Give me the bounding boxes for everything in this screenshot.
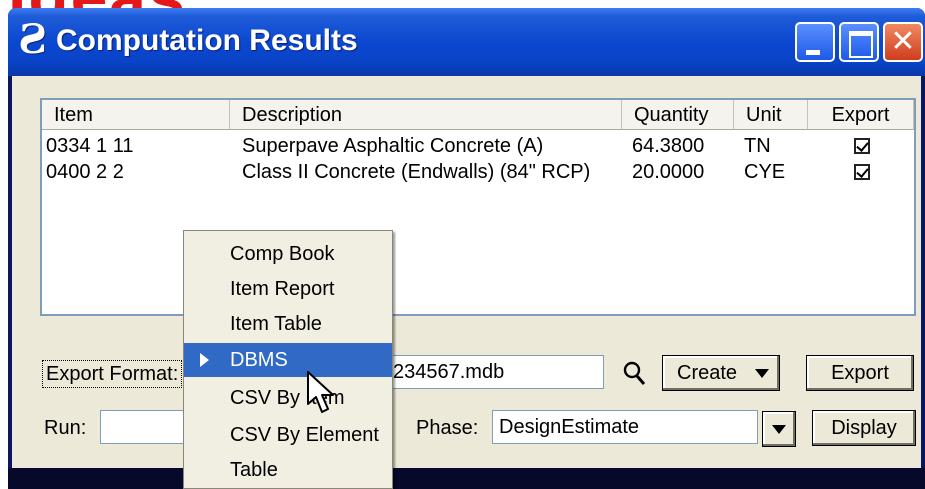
menu-item-item-table[interactable]: Item Table — [184, 307, 392, 341]
cell-quantity: 20.0000 — [632, 161, 705, 183]
cell-description: Superpave Asphaltic Concrete (A) — [242, 135, 544, 157]
triangle-down-icon — [755, 369, 769, 378]
column-header-export[interactable]: Export — [808, 100, 914, 130]
cell-item: 0400 2 2 — [46, 161, 124, 183]
export-file-field[interactable]: 234567.mdb — [386, 355, 604, 389]
menu-item-dbms[interactable]: DBMS — [184, 343, 392, 377]
column-header-description[interactable]: Description — [230, 100, 622, 130]
export-format-menu[interactable]: Comp Book Item Report Item Table DBMS CS… — [183, 230, 393, 489]
maximize-button[interactable] — [839, 22, 879, 62]
cell-unit: CYE — [744, 161, 786, 183]
menu-item-comp-book[interactable]: Comp Book — [184, 237, 392, 271]
create-dropdown[interactable]: Create — [662, 355, 780, 391]
window-bottom-border — [8, 468, 925, 489]
cell-unit: TN — [744, 135, 771, 157]
column-header-item[interactable]: Item — [42, 100, 230, 130]
cell-description: Class II Concrete (Endwalls) (84" RCP) — [242, 161, 591, 183]
phase-dropdown-button[interactable] — [762, 411, 796, 447]
close-button[interactable]: ✕ — [883, 22, 923, 62]
phase-field[interactable]: DesignEstimate — [492, 410, 758, 444]
menu-item-csv-by-item[interactable]: CSV By Item — [184, 381, 392, 415]
title-bar[interactable]: Ƨ Computation Results ✕ — [8, 8, 925, 76]
display-button[interactable]: Display — [812, 410, 916, 446]
close-icon: ✕ — [890, 25, 916, 58]
menu-item-csv-by-element[interactable]: CSV By Element — [184, 418, 392, 452]
create-label: Create — [677, 362, 738, 384]
bentley-icon: Ƨ — [18, 16, 47, 63]
results-table[interactable]: Item Description Quantity Unit Export 03… — [40, 98, 916, 316]
phase-label: Phase: — [416, 417, 479, 439]
magnifier-icon[interactable] — [622, 360, 648, 388]
cell-item: 0334 1 11 — [46, 135, 134, 157]
export-checkbox[interactable] — [854, 164, 870, 180]
run-label: Run: — [44, 417, 87, 439]
minimize-button[interactable] — [795, 22, 835, 62]
cell-quantity: 64.3800 — [632, 135, 705, 157]
column-header-quantity[interactable]: Quantity — [622, 100, 734, 130]
column-header-unit[interactable]: Unit — [734, 100, 808, 130]
export-format-label: Export Format: — [42, 360, 183, 388]
window-title: Computation Results — [56, 24, 358, 57]
triangle-right-icon — [200, 353, 209, 367]
triangle-down-icon — [772, 425, 786, 434]
dialog-body: Item Description Quantity Unit Export 03… — [12, 76, 921, 468]
arrow-cursor-icon — [307, 371, 334, 413]
menu-item-table[interactable]: Table — [184, 453, 392, 487]
export-checkbox[interactable] — [854, 138, 870, 154]
computation-results-window: Ƨ Computation Results ✕ Item Description… — [8, 8, 925, 489]
export-button[interactable]: Export — [806, 355, 914, 391]
menu-item-item-report[interactable]: Item Report — [184, 272, 392, 306]
menu-item-label: DBMS — [230, 349, 288, 371]
